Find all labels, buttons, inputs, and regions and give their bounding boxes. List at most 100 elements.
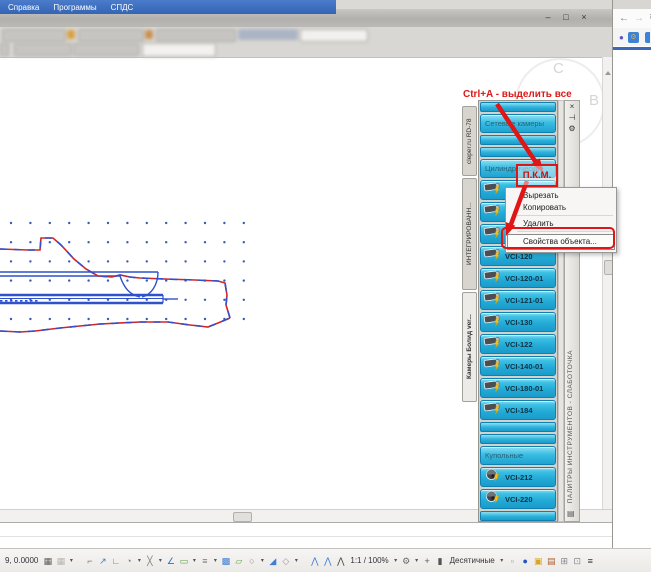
toolbar-grip[interactable]	[0, 43, 9, 56]
blurred-combo[interactable]	[300, 29, 368, 42]
dropdown-caret-icon[interactable]: ▾	[212, 557, 218, 564]
palette-tab[interactable]: ИНТЕГРИРОВАНН...	[462, 178, 477, 290]
minimize-icon[interactable]: –	[542, 11, 554, 24]
dropdown-caret-icon[interactable]: ▾	[499, 557, 505, 564]
clipboard-icon[interactable]: ▤	[546, 556, 557, 566]
grid-icon[interactable]: ▦	[42, 556, 53, 566]
palette-item[interactable]: VCI-184	[480, 400, 556, 420]
palette-item[interactable]: VCI-180-01	[480, 378, 556, 398]
palette-item-label: VCI-121-01	[505, 296, 543, 305]
ortho-icon[interactable]: ∟	[110, 556, 121, 566]
command-line-area[interactable]	[0, 522, 612, 549]
cursor-weight-icon[interactable]: ▮	[435, 556, 446, 566]
dropdown-caret-icon[interactable]: ▾	[393, 557, 399, 564]
dropdown-caret-icon[interactable]: ▾	[293, 557, 299, 564]
osnap-icon[interactable]: ╳	[144, 556, 155, 566]
blurred-combo[interactable]	[73, 43, 139, 56]
palette-item-label: VCI-120-01	[505, 274, 543, 283]
ucs-icon[interactable]: ○	[246, 556, 257, 566]
palette-pin-icon[interactable]: ⊣	[565, 112, 579, 123]
dropdown-caret-icon[interactable]: ▾	[414, 557, 420, 564]
horizontal-scrollbar-thumb[interactable]	[233, 512, 252, 522]
palette-item-label: VCI-140-01	[505, 362, 543, 371]
camera-icon	[483, 490, 503, 509]
palette-item[interactable]: VCI-220	[480, 489, 556, 509]
toolbar	[0, 27, 612, 58]
blurred-combo[interactable]	[156, 29, 236, 42]
palette-tab[interactable]: Камеры Болид ver...	[462, 292, 477, 402]
palette-properties-icon[interactable]: ▤	[567, 509, 575, 518]
dropdown-caret-icon[interactable]: ▾	[136, 557, 142, 564]
snap-icon[interactable]: ⌐	[84, 556, 95, 566]
dropdown-caret-icon[interactable]: ▾	[157, 557, 163, 564]
blurred-combo[interactable]	[14, 43, 72, 56]
palette-settings-icon[interactable]: ⚙	[565, 123, 579, 134]
settings-gear-icon[interactable]: ⚙	[401, 556, 412, 566]
angle-snap-icon[interactable]: ∠	[165, 556, 176, 566]
palette-item[interactable]: VCI-122	[480, 334, 556, 354]
menu-item-справка[interactable]: Справка	[8, 3, 39, 12]
annotation-autoscale-icon[interactable]: ⋀	[322, 556, 333, 566]
camera-icon	[483, 468, 503, 487]
back-icon[interactable]: ←	[619, 13, 629, 24]
units-mode[interactable]: Десятичные	[450, 556, 495, 565]
tray-status-icon[interactable]: ●	[520, 556, 531, 566]
dynamic-input-icon[interactable]: ▭	[178, 556, 189, 566]
plot-icon[interactable]: ⊞	[559, 556, 570, 566]
palette-item[interactable]: VCI-121-01	[480, 290, 556, 310]
blurred-combo[interactable]	[2, 29, 66, 42]
menu-item-спдс[interactable]: СПДС	[111, 3, 134, 12]
palette-group-label: Купольные	[485, 451, 523, 460]
bookmark-partial-icon[interactable]	[645, 32, 650, 43]
context-menu-item[interactable]: Копировать	[507, 202, 615, 214]
palette-group-header[interactable]: Сетевые камеры	[480, 114, 556, 133]
dot-grid	[10, 222, 245, 320]
blurred-icon[interactable]	[67, 30, 75, 39]
crosshair-size-icon[interactable]: +	[422, 556, 433, 566]
annotation-scale-icon[interactable]: ⋀	[335, 556, 346, 566]
statusbar: 9, 0.0000▦▦▾⌐↗∟◔▾╳▾∠▭▾≡▾▩▱○▾◢◇▾⋀⋀⋀1:1 / …	[0, 548, 651, 572]
palette-tab[interactable]: cleper.ru RD-78	[462, 106, 477, 176]
palette-item[interactable]: VCI-140-01	[480, 356, 556, 376]
forward-icon[interactable]: →	[634, 13, 644, 24]
restore-icon[interactable]: □	[560, 11, 572, 24]
dropdown-caret-icon[interactable]: ▾	[68, 557, 74, 564]
palette-item[interactable]: VCI-130	[480, 312, 556, 332]
blurred-buttons[interactable]	[238, 29, 298, 40]
matchprops-icon[interactable]: ▱	[233, 556, 244, 566]
menu-item-программы[interactable]: Программы	[53, 3, 96, 12]
scale-list-icon[interactable]: ◢	[267, 556, 278, 566]
statusbar-menu-icon[interactable]: ≡	[585, 556, 596, 566]
bookmark-gear-icon[interactable]: ⚙	[628, 32, 639, 43]
wall-lines	[0, 272, 178, 303]
dropdown-caret-icon[interactable]: ▾	[259, 557, 265, 564]
lineweight-icon[interactable]: ≡	[199, 556, 210, 566]
camera-icon	[483, 313, 503, 332]
view-mode-icon[interactable]: ◇	[280, 556, 291, 566]
blurred-combo[interactable]	[142, 43, 216, 57]
polar-tracking-icon[interactable]: ◔	[123, 556, 134, 566]
zoom-level[interactable]: 1:1 / 100%	[350, 556, 388, 565]
palette-separator-bar	[480, 434, 556, 444]
context-menu-item[interactable]: Вырезать	[507, 190, 615, 202]
palette-item[interactable]: VCI-212	[480, 467, 556, 487]
palette-tabs: cleper.ru RD-78 ИНТЕГРИРОВАНН... Камеры Бо…	[462, 106, 478, 402]
dropdown-caret-icon[interactable]: ▾	[191, 557, 197, 564]
palette-item-label: VCI-212	[505, 473, 533, 482]
tray-blank-icon[interactable]: ▫	[507, 556, 518, 566]
lock-icon[interactable]: ▣	[533, 556, 544, 566]
blurred-icon[interactable]	[145, 30, 153, 39]
fullscreen-icon[interactable]: ⊡	[572, 556, 583, 566]
scroll-up-icon[interactable]	[605, 71, 611, 75]
palette-close-icon[interactable]: ×	[565, 101, 579, 112]
hatch-display-icon[interactable]: ▩	[220, 556, 231, 566]
palette-item[interactable]: VCI-120-01	[480, 268, 556, 288]
blurred-combo[interactable]	[78, 29, 144, 42]
object-tracking-icon[interactable]: ↗	[97, 556, 108, 566]
grid-snap-icon[interactable]: ▦	[55, 556, 66, 566]
close-icon[interactable]: ×	[578, 11, 590, 24]
palette-title: ПАЛИТРЫ ИНСТРУМЕНТОВ - СЛАБОТОЧКА	[567, 350, 574, 503]
bookmark-icon[interactable]: ●	[619, 33, 624, 42]
annotation-visibility-icon[interactable]: ⋀	[309, 556, 320, 566]
palette-group-header[interactable]: Купольные	[480, 446, 556, 465]
